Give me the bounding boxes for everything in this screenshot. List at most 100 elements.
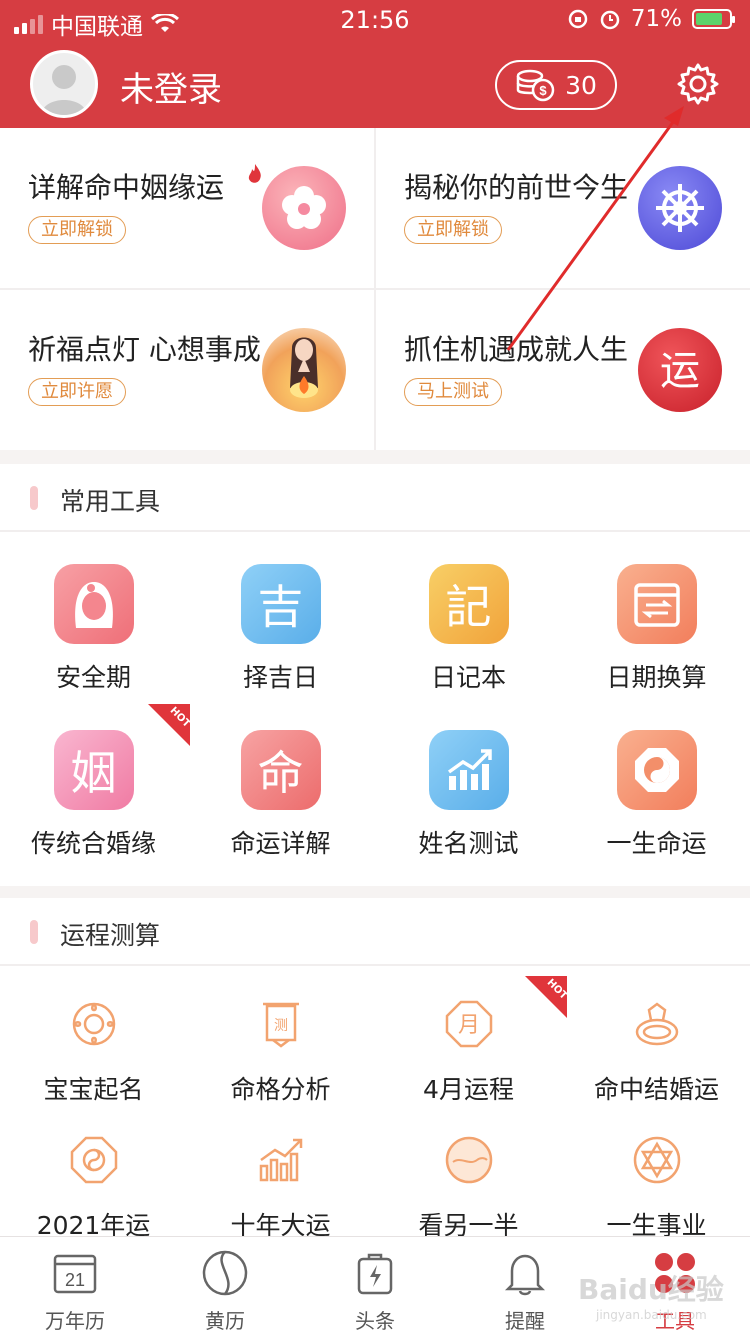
tool-label: 择吉日	[242, 663, 318, 692]
bar-chart-icon	[428, 730, 509, 810]
coins-button[interactable]: $ 30	[495, 60, 617, 110]
alarm-icon	[600, 10, 620, 30]
card-tag[interactable]: 立即解锁	[28, 216, 126, 244]
card-divider-h	[0, 288, 750, 290]
fortune-month[interactable]: 月 4月运程 HOT	[375, 976, 567, 1106]
card-title: 揭秘你的前世今生	[404, 171, 629, 204]
moon-icon	[441, 1132, 497, 1188]
svg-text:测: 测	[274, 1018, 288, 1034]
svg-text:$: $	[539, 83, 547, 98]
card-past-life[interactable]: 揭秘你的前世今生 立即解锁	[376, 128, 750, 288]
fortune-marriage[interactable]: 命中结婚运	[563, 996, 750, 1106]
tab-almanac[interactable]: 黄历	[150, 1247, 300, 1334]
section-title: 常用工具	[60, 487, 161, 516]
fortune-decade[interactable]: 十年大运	[187, 1132, 374, 1242]
flower-icon	[262, 166, 346, 250]
month-icon: 月	[441, 996, 497, 1052]
auspicious-icon: 吉	[240, 564, 321, 644]
svg-text:月: 月	[457, 1013, 479, 1038]
tab-headlines[interactable]: 头条	[300, 1247, 450, 1334]
tool-marriage-match[interactable]: 姻 传统合婚缘 HOT	[0, 704, 190, 860]
tool-label: 传统合婚缘	[30, 829, 156, 858]
bell-icon	[504, 1254, 546, 1296]
section-marker	[30, 920, 38, 944]
tool-auspicious-day[interactable]: 吉 择吉日	[187, 564, 374, 694]
feature-cards: 详解命中姻缘运 立即解锁 揭秘你的前世今生 立即解锁 祈福点灯 心想事成 立即许…	[0, 128, 750, 450]
bag-icon	[357, 1253, 393, 1295]
status-bar: 中国联通 21:56 71%	[0, 0, 750, 40]
ring-icon	[629, 996, 685, 1052]
battery-percent: 71%	[630, 6, 682, 32]
fortune-destiny-analysis[interactable]: 测 命格分析	[187, 996, 374, 1106]
tool-life-fate[interactable]: 一生命运	[563, 730, 750, 860]
fortune-icon: 运	[638, 328, 722, 412]
baby-name-icon	[66, 996, 122, 1052]
tab-calendar[interactable]: 21 万年历	[0, 1247, 150, 1334]
hot-badge: HOT	[148, 704, 190, 746]
tool-label: 姓名测试	[418, 829, 519, 858]
hot-badge: HOT	[525, 976, 567, 1018]
card-title: 祈福点灯 心想事成	[28, 333, 261, 366]
tool-label: 安全期	[55, 663, 131, 692]
date-convert-icon	[616, 564, 697, 644]
diary-icon: 記	[428, 564, 509, 644]
top-header: 中国联通 21:56 71% 未登录 $ 30	[0, 0, 750, 128]
tool-diary[interactable]: 記 日记本	[375, 564, 562, 694]
tool-safe-period[interactable]: 安全期	[0, 564, 187, 694]
coin-icon: $	[516, 69, 555, 102]
card-tag[interactable]: 立即解锁	[404, 216, 502, 244]
fortune-partner[interactable]: 看另一半	[375, 1132, 562, 1242]
card-title: 详解命中姻缘运	[28, 171, 225, 204]
tool-date-convert[interactable]: 日期换算	[563, 564, 750, 694]
marriage-icon: 姻	[53, 730, 134, 810]
fortune-label: 命中结婚运	[593, 1075, 719, 1104]
card-opportunity[interactable]: 抓住机遇成就人生 马上测试 运	[376, 290, 750, 450]
calendar-icon: 21	[53, 1254, 97, 1294]
avatar[interactable]	[30, 50, 98, 118]
tool-name-test[interactable]: 姓名测试	[375, 730, 562, 860]
baidu-watermark: Baidu经验 jingyan.baidu.com	[578, 1273, 724, 1322]
scroll-icon: 测	[253, 996, 309, 1052]
wheel-icon	[638, 166, 722, 250]
bagua-icon	[66, 1132, 122, 1188]
tab-label: 万年历	[45, 1309, 105, 1333]
gear-icon[interactable]	[676, 62, 720, 106]
chart-up-icon	[253, 1132, 309, 1188]
section-header: 运程测算	[0, 898, 750, 966]
rotation-lock-icon	[568, 9, 588, 29]
svg-text:21: 21	[65, 1270, 85, 1290]
section-common-tools: 常用工具 安全期 吉 择吉日 記 日记本 日期换算 姻 传统合婚缘 HOT 命 …	[0, 464, 750, 886]
tool-destiny[interactable]: 命 命运详解	[187, 730, 374, 860]
battery-icon	[692, 9, 735, 29]
tab-label: 黄历	[205, 1309, 245, 1333]
destiny-icon: 命	[240, 730, 321, 810]
card-pray-lamp[interactable]: 祈福点灯 心想事成 立即许愿	[0, 290, 374, 450]
section-fortune: 运程测算 宝宝起名 测 命格分析 月 4月运程 HOT 命中结婚运 2021年运…	[0, 898, 750, 1240]
fortune-label: 命格分析	[230, 1075, 331, 1104]
svg-text:运: 运	[660, 348, 700, 394]
fortune-label: 宝宝起名	[43, 1075, 144, 1104]
card-title: 抓住机遇成就人生	[404, 333, 629, 366]
star-icon	[629, 1132, 685, 1188]
tool-label: 日记本	[430, 663, 506, 692]
flame-icon	[248, 164, 261, 183]
card-marriage[interactable]: 详解命中姻缘运 立即解锁	[0, 128, 374, 288]
tool-label: 命运详解	[230, 829, 331, 858]
girl-icon	[53, 564, 134, 644]
tool-label: 一生命运	[606, 829, 707, 858]
tab-label: 头条	[355, 1309, 395, 1333]
yinyang-octagon-icon	[616, 730, 697, 810]
fortune-baby-name[interactable]: 宝宝起名	[0, 996, 187, 1106]
fortune-label: 4月运程	[423, 1075, 514, 1104]
card-tag[interactable]: 立即许愿	[28, 378, 126, 406]
fortune-year[interactable]: 2021年运	[0, 1132, 187, 1242]
yinyang-icon	[202, 1250, 248, 1296]
fortune-career[interactable]: 一生事业	[563, 1132, 750, 1242]
section-header: 常用工具	[0, 464, 750, 532]
section-title: 运程测算	[60, 921, 161, 950]
tool-label: 日期换算	[606, 663, 707, 692]
card-tag[interactable]: 马上测试	[404, 378, 502, 406]
section-marker	[30, 486, 38, 510]
coin-count: 30	[565, 70, 597, 100]
login-label[interactable]: 未登录	[120, 62, 222, 111]
